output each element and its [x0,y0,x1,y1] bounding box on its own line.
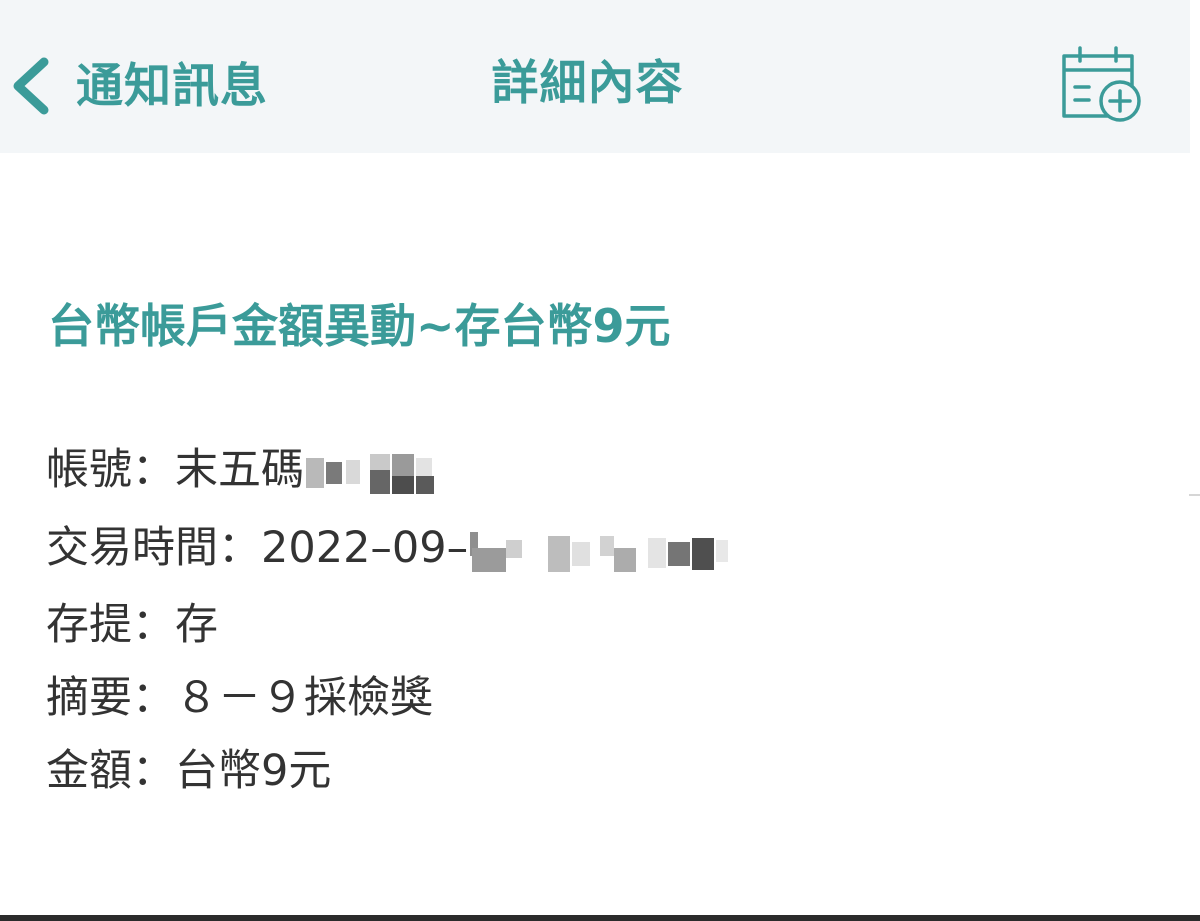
amount-label: 金額： [46,746,175,796]
page-title: 詳細內容 [491,56,684,111]
account-label: 帳號： [46,445,175,495]
deposit-withdrawal-label: 存提： [46,600,175,650]
summary-label: 摘要： [46,673,175,723]
message-detail: 台幣帳戶金額異動~存台幣9元 帳號：末五碼 交易時間：2022–09– 存提：存… [0,153,1200,918]
deposit-withdrawal-value: 存 [175,600,218,650]
summary-row: 摘要：８－９採檢獎 [46,677,433,720]
summary-value: ８－９採檢獎 [175,673,433,723]
deposit-withdrawal-row: 存提：存 [46,604,218,647]
amount-row: 金額：台幣9元 [46,750,331,793]
transaction-time-row: 交易時間：2022–09– [46,527,740,574]
calendar-add-icon [1062,46,1141,122]
add-to-calendar-button[interactable] [1058,44,1148,124]
bottom-divider [0,915,1200,921]
account-row: 帳號：末五碼 [46,449,454,496]
transaction-time-label: 交易時間： [46,523,261,573]
message-title: 台幣帳戶金額異動~存台幣9元 [48,299,671,353]
redacted-account-number [304,450,454,496]
navigation-bar: 通知訊息 詳細內容 [0,0,1190,153]
transaction-time-value: 2022–09– [261,523,469,573]
amount-value: 台幣9元 [175,746,332,796]
redacted-transaction-time [468,528,740,574]
screen-edge-mark [1189,494,1200,496]
account-value: 末五碼 [175,445,304,495]
